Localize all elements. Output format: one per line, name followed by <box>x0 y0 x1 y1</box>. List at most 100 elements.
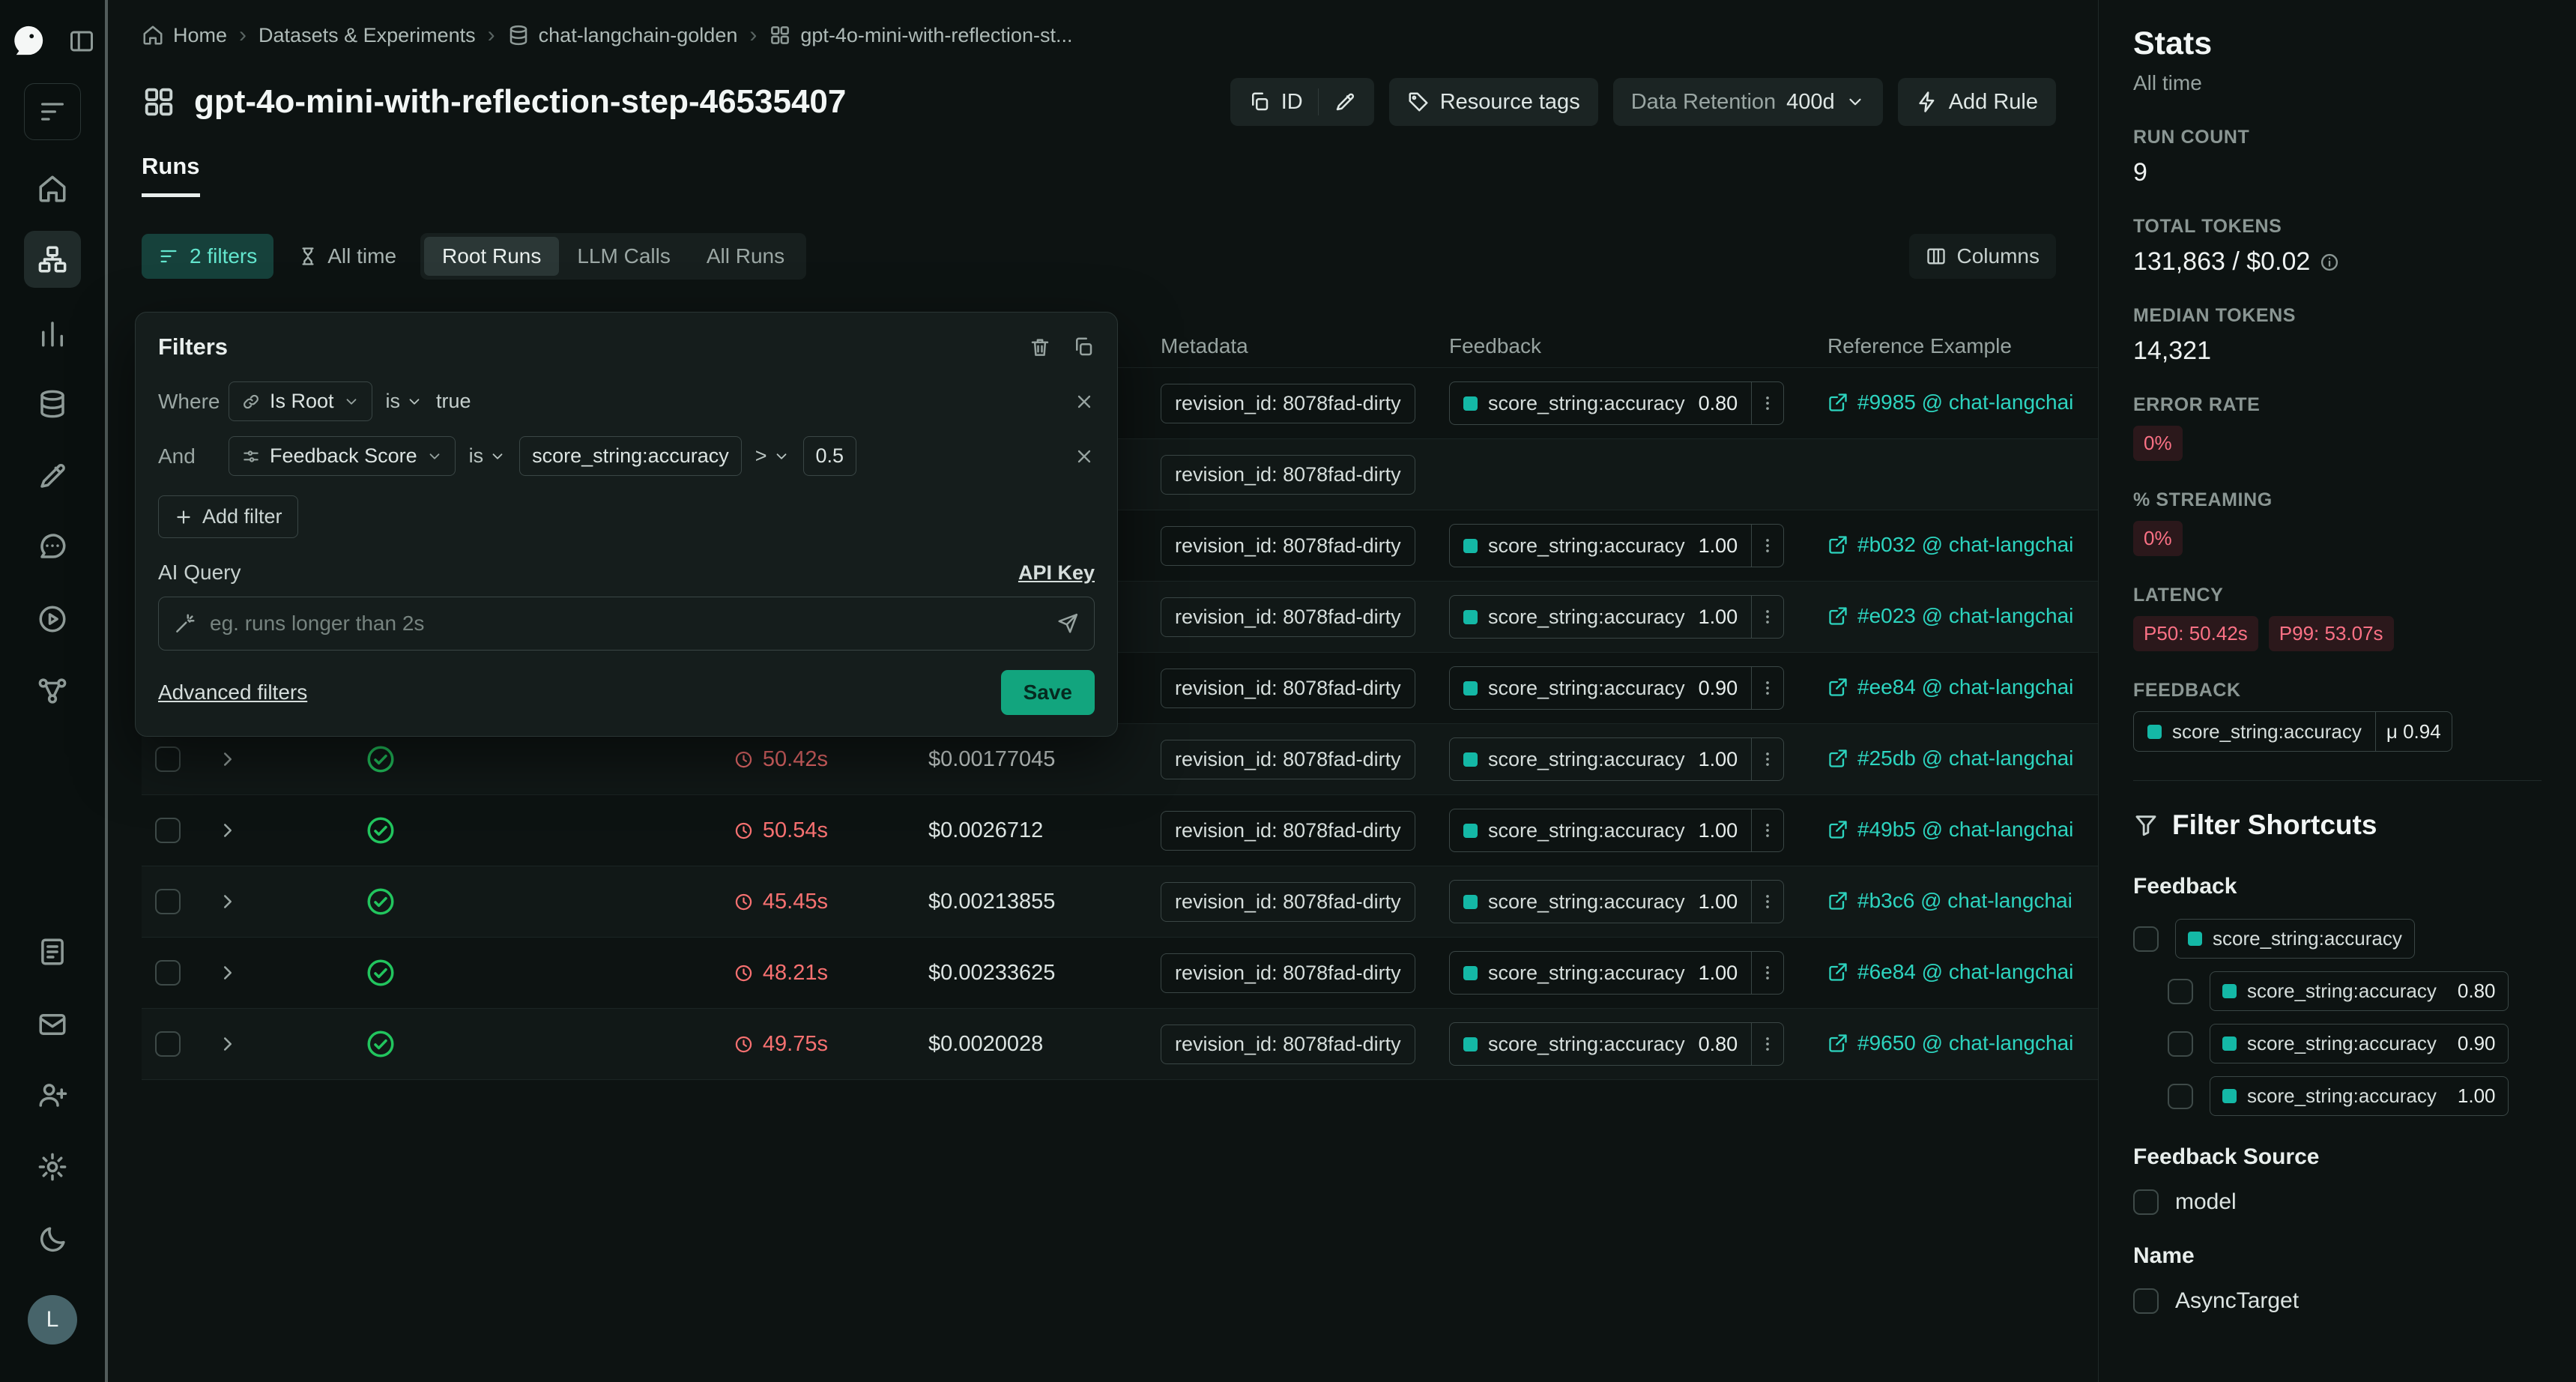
dark-mode-toggle[interactable] <box>24 1211 81 1268</box>
feedback-key-input[interactable]: score_string:accuracy <box>519 436 742 476</box>
remove-filter-button[interactable] <box>1074 446 1095 467</box>
breadcrumb-dataset[interactable]: chat-langchain-golden <box>507 24 738 47</box>
metadata-chip[interactable]: revision_id: 8078fad-dirty <box>1161 526 1415 566</box>
sidebar-item-deployments[interactable] <box>24 663 81 719</box>
segment-all-runs[interactable]: All Runs <box>689 237 802 276</box>
expand-chevron-icon[interactable] <box>217 890 239 913</box>
expand-chevron-icon[interactable] <box>217 748 239 770</box>
feedback-chip[interactable]: score_string:accuracy1.00 <box>1449 524 1784 567</box>
feedback-chip[interactable]: score_string:accuracy1.00 <box>1449 951 1784 995</box>
add-rule-button[interactable]: Add Rule <box>1898 78 2056 126</box>
metadata-chip[interactable]: revision_id: 8078fad-dirty <box>1161 384 1415 423</box>
sidebar-item-mail[interactable] <box>24 996 81 1053</box>
segment-llm-calls[interactable]: LLM Calls <box>559 237 688 276</box>
save-button[interactable]: Save <box>1001 670 1095 715</box>
feedback-chip[interactable]: score_string:accuracy1.00 <box>1449 595 1784 639</box>
ai-query-input[interactable]: eg. runs longer than 2s <box>158 597 1095 651</box>
trash-icon[interactable] <box>1029 336 1051 358</box>
sidebar-item-datasets[interactable] <box>24 375 81 432</box>
feedback-value-chip[interactable]: score_string:accuracy1.00 <box>2210 1076 2509 1116</box>
table-row[interactable]: 45.45s$0.00213855revision_id: 8078fad-di… <box>142 866 2098 938</box>
sidebar-item-docs[interactable] <box>24 923 81 980</box>
row-checkbox[interactable] <box>155 1031 181 1057</box>
field-selector-is-root[interactable]: Is Root <box>229 381 372 421</box>
feedback-summary-chip[interactable]: score_string:accuracy μ 0.94 <box>2133 711 2452 752</box>
info-icon[interactable] <box>2319 252 2340 273</box>
checkbox[interactable] <box>2168 1031 2193 1057</box>
columns-button[interactable]: Columns <box>1909 234 2056 279</box>
table-row[interactable]: 49.75s$0.0020028revision_id: 8078fad-dir… <box>142 1009 2098 1080</box>
operator-select[interactable]: is <box>469 444 507 468</box>
operator-select[interactable]: is <box>386 390 423 413</box>
reference-example-link[interactable]: #e023 @ chat-langchai <box>1827 604 2073 628</box>
checkbox[interactable] <box>2168 979 2193 1004</box>
reference-example-link[interactable]: #25db @ chat-langchai <box>1827 746 2073 770</box>
reference-example-link[interactable]: #6e84 @ chat-langchai <box>1827 960 2073 984</box>
sidebar-item-support[interactable] <box>24 518 81 575</box>
sidebar-scrollbar[interactable] <box>105 0 108 1382</box>
expand-chevron-icon[interactable] <box>217 819 239 842</box>
add-filter-button[interactable]: Add filter <box>158 495 298 538</box>
expand-chevron-icon[interactable] <box>217 962 239 984</box>
sidebar-item-settings[interactable] <box>24 1138 81 1195</box>
expand-chevron-icon[interactable] <box>217 1033 239 1055</box>
feedback-value-chip[interactable]: score_string:accuracy0.90 <box>2210 1024 2509 1063</box>
sidebar-item-members[interactable] <box>24 1066 81 1123</box>
sidebar-item-annotation-queues[interactable] <box>24 447 81 504</box>
row-checkbox[interactable] <box>155 818 181 843</box>
field-selector-feedback-score[interactable]: Feedback Score <box>229 436 456 476</box>
comparator-select[interactable]: > <box>755 444 790 468</box>
checkbox[interactable] <box>2168 1084 2193 1109</box>
tab-runs[interactable]: Runs <box>142 153 200 197</box>
user-avatar[interactable]: L <box>28 1295 77 1345</box>
row-checkbox[interactable] <box>155 746 181 772</box>
collapse-panel-icon[interactable] <box>64 24 99 58</box>
reference-example-link[interactable]: #9650 @ chat-langchai <box>1827 1031 2073 1055</box>
metadata-chip[interactable]: revision_id: 8078fad-dirty <box>1161 1025 1415 1064</box>
row-checkbox[interactable] <box>155 889 181 914</box>
remove-filter-button[interactable] <box>1074 391 1095 412</box>
feedback-chip[interactable]: score_string:accuracy0.80 <box>1449 1022 1784 1066</box>
feedback-chip[interactable]: score_string:accuracy1.00 <box>1449 809 1784 852</box>
feedback-chip[interactable]: score_string:accuracy0.90 <box>1449 666 1784 710</box>
feedback-chip[interactable]: score_string:accuracy1.00 <box>1449 737 1784 781</box>
time-range-button[interactable]: All time <box>291 244 402 268</box>
checkbox[interactable] <box>2133 1189 2159 1215</box>
feedback-chip[interactable]: score_string:accuracy <box>2175 919 2415 959</box>
breadcrumb-datasets[interactable]: Datasets & Experiments <box>258 24 476 47</box>
segment-root-runs[interactable]: Root Runs <box>424 237 559 276</box>
edit-pencil-icon[interactable] <box>1334 91 1356 113</box>
metadata-chip[interactable]: revision_id: 8078fad-dirty <box>1161 740 1415 779</box>
id-button-group[interactable]: ID <box>1230 78 1374 126</box>
feedback-value-chip[interactable]: score_string:accuracy0.80 <box>2210 971 2509 1011</box>
advanced-filters-link[interactable]: Advanced filters <box>158 681 307 704</box>
table-row[interactable]: 48.21s$0.00233625revision_id: 8078fad-di… <box>142 938 2098 1009</box>
langsmith-logo-icon[interactable] <box>9 21 48 60</box>
metadata-chip[interactable]: revision_id: 8078fad-dirty <box>1161 597 1415 637</box>
data-retention-dropdown[interactable]: Data Retention 400d <box>1613 78 1883 126</box>
metadata-chip[interactable]: revision_id: 8078fad-dirty <box>1161 455 1415 495</box>
row-checkbox[interactable] <box>155 960 181 986</box>
checkbox[interactable] <box>2133 1288 2159 1314</box>
send-icon[interactable] <box>1056 612 1079 635</box>
reference-example-link[interactable]: #49b5 @ chat-langchai <box>1827 818 2073 842</box>
filter-value[interactable]: true <box>436 390 471 413</box>
metadata-chip[interactable]: revision_id: 8078fad-dirty <box>1161 953 1415 993</box>
api-key-link[interactable]: API Key <box>1018 561 1095 585</box>
reference-example-link[interactable]: #9985 @ chat-langchai <box>1827 390 2073 414</box>
sidebar-item-playground[interactable] <box>24 591 81 648</box>
menu-filter-icon[interactable] <box>24 83 81 140</box>
metadata-chip[interactable]: revision_id: 8078fad-dirty <box>1161 882 1415 922</box>
breadcrumb-home[interactable]: Home <box>142 24 227 47</box>
breadcrumb-experiment[interactable]: gpt-4o-mini-with-reflection-st... <box>769 24 1072 47</box>
metadata-chip[interactable]: revision_id: 8078fad-dirty <box>1161 669 1415 708</box>
resource-tags-button[interactable]: Resource tags <box>1389 78 1598 126</box>
feedback-chip[interactable]: score_string:accuracy1.00 <box>1449 880 1784 923</box>
sidebar-item-monitoring[interactable] <box>24 305 81 362</box>
sidebar-item-tracing-projects[interactable] <box>24 231 81 288</box>
checkbox[interactable] <box>2133 926 2159 952</box>
feedback-chip[interactable]: score_string:accuracy0.80 <box>1449 381 1784 425</box>
filters-button[interactable]: 2 filters <box>142 234 273 279</box>
sidebar-item-home[interactable] <box>24 160 81 217</box>
feedback-value-input[interactable]: 0.5 <box>803 436 857 476</box>
